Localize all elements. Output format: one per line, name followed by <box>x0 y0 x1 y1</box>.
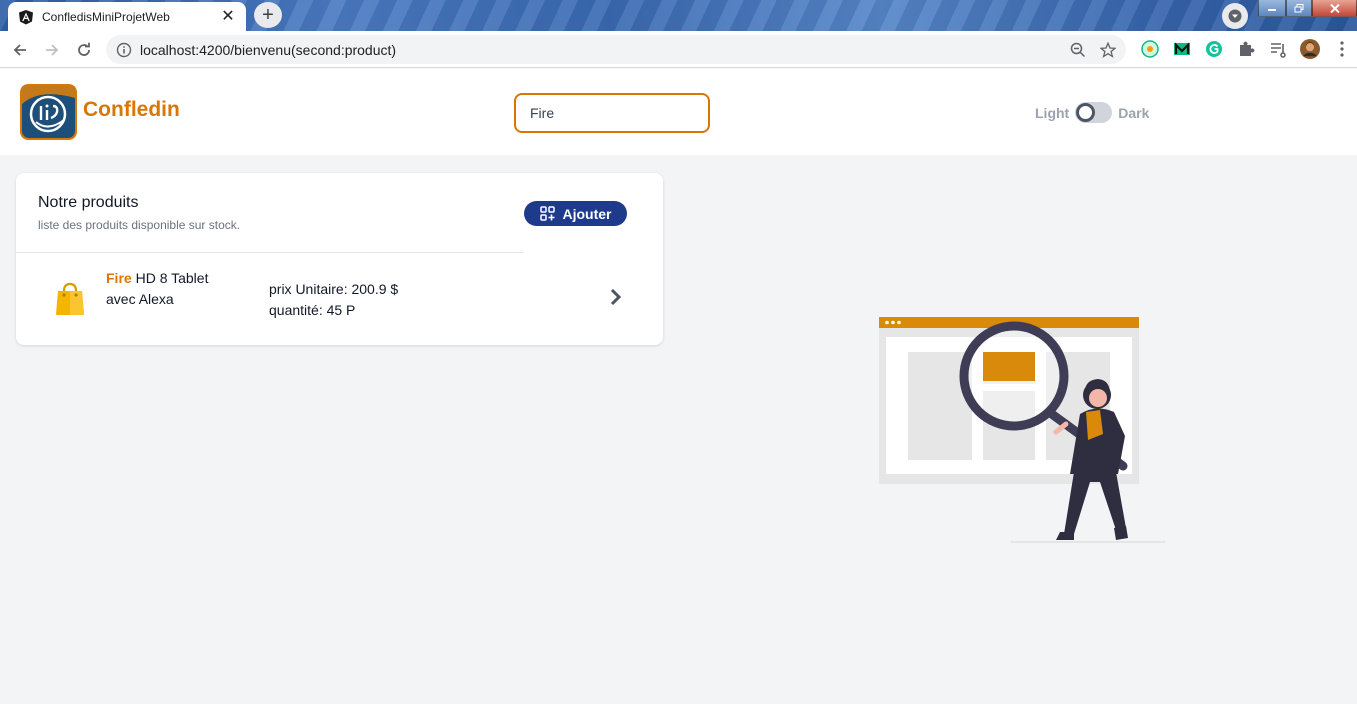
extension-m-icon[interactable] <box>1172 39 1192 59</box>
browser-tab[interactable]: ConfledisMiniProjetWeb ✕ <box>8 2 246 31</box>
maximize-window-button[interactable] <box>1286 0 1312 17</box>
grammarly-icon[interactable] <box>1204 39 1224 59</box>
product-quantity: quantité: 45 P <box>269 302 356 318</box>
address-bar[interactable]: localhost:4200/bienvenu(second:product) <box>106 35 1126 64</box>
brand-name: Confledin <box>83 98 180 121</box>
info-icon[interactable] <box>116 42 132 58</box>
product-name-match: Fire <box>106 270 132 286</box>
theme-toggle: Light Dark <box>1035 102 1149 123</box>
theme-switch[interactable] <box>1075 102 1113 123</box>
close-icon <box>1329 3 1340 13</box>
close-tab-icon[interactable]: ✕ <box>220 8 236 25</box>
reading-list-icon[interactable] <box>1268 39 1288 59</box>
new-tab-button[interactable]: + <box>254 2 282 28</box>
shopping-bag-icon <box>56 282 84 315</box>
products-card: Notre produits liste des produits dispon… <box>16 173 663 345</box>
product-row[interactable]: Fire HD 8 Tablet avec Alexa prix Unitair… <box>16 253 663 345</box>
arrow-left-icon <box>13 44 26 56</box>
star-icon[interactable] <box>1100 41 1116 58</box>
theme-light-label: Light <box>1035 104 1070 121</box>
tab-title: ConfledisMiniProjetWeb <box>42 9 170 24</box>
add-button-label: Ajouter <box>562 205 612 222</box>
close-window-button[interactable] <box>1312 0 1357 17</box>
switch-knob[interactable] <box>1076 103 1096 122</box>
app-header: Confledin Light Dark <box>0 69 1357 155</box>
section-subtitle: liste des produits disponible sur stock. <box>38 218 241 232</box>
tab-search-button[interactable] <box>1222 3 1248 29</box>
add-grid-icon <box>539 206 555 221</box>
puzzle-icon[interactable] <box>1236 39 1256 59</box>
chevron-right-icon[interactable] <box>608 287 624 307</box>
angular-icon <box>19 9 33 24</box>
extension-eye-icon[interactable] <box>1140 39 1160 59</box>
reload-button[interactable] <box>72 38 96 62</box>
brand-logo[interactable] <box>20 84 77 140</box>
logo-icon <box>20 84 77 140</box>
arrow-right-icon <box>46 44 59 56</box>
zoom-icon[interactable] <box>1070 42 1086 58</box>
url-text[interactable]: localhost:4200/bienvenu(second:product) <box>140 42 1070 58</box>
product-name: Fire HD 8 Tablet avec Alexa <box>106 268 216 310</box>
minimize-window-button[interactable] <box>1258 0 1286 17</box>
theme-dark-label: Dark <box>1118 104 1150 121</box>
search-input[interactable] <box>514 93 710 133</box>
product-info: prix Unitaire: 200.9 $ quantité: 45 P <box>269 279 398 321</box>
section-title: Notre produits <box>38 194 139 211</box>
minimize-icon <box>1268 9 1276 11</box>
chevron-down-icon <box>1228 9 1242 23</box>
search-illustration <box>879 317 1165 543</box>
forward-button[interactable] <box>40 38 64 62</box>
browser-tab-bar: ConfledisMiniProjetWeb ✕ + <box>0 0 1357 31</box>
browser-toolbar: localhost:4200/bienvenu(second:product) <box>0 31 1357 68</box>
avatar[interactable] <box>1300 39 1320 59</box>
reload-icon <box>78 42 90 56</box>
restore-icon <box>1294 3 1304 12</box>
add-product-button[interactable]: Ajouter <box>524 201 627 226</box>
back-button[interactable] <box>8 38 32 62</box>
more-vert-icon[interactable] <box>1332 39 1352 59</box>
product-price: prix Unitaire: 200.9 $ <box>269 281 399 297</box>
